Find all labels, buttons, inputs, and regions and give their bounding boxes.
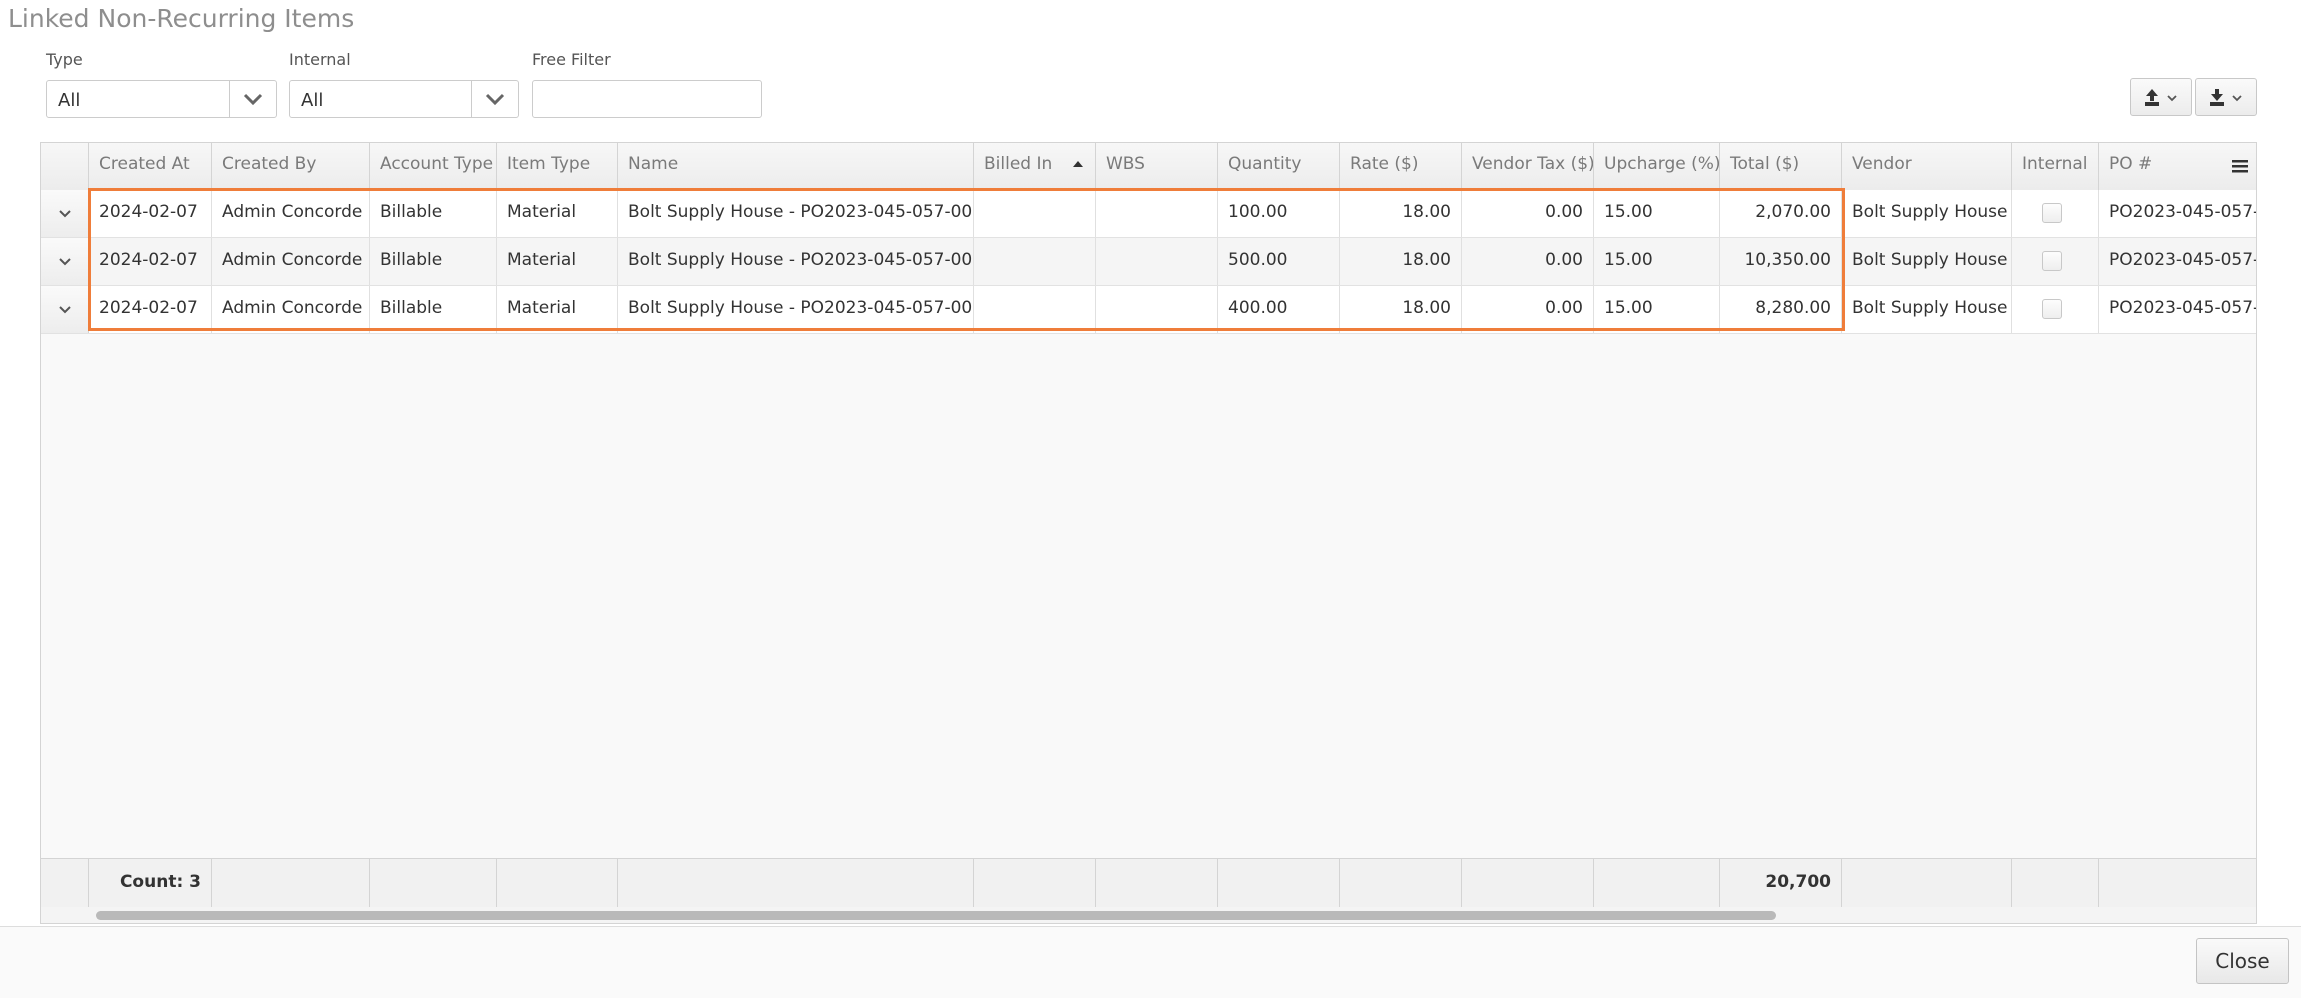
column-header-created-at[interactable]: Created At <box>89 143 212 190</box>
cell-billed-in <box>974 190 1096 237</box>
cell-quantity: 400.00 <box>1218 286 1340 333</box>
free-filter-label: Free Filter <box>532 50 611 69</box>
chevron-down-icon <box>243 93 263 106</box>
cell-item-type: Material <box>497 190 618 237</box>
cell-quantity: 100.00 <box>1218 190 1340 237</box>
dialog-title: Linked Non-Recurring Items <box>8 4 355 33</box>
cell-item-type: Material <box>497 238 618 285</box>
column-header-total[interactable]: Total ($) <box>1720 143 1842 190</box>
column-header-rate[interactable]: Rate ($) <box>1340 143 1462 190</box>
column-header-billed-in-label: Billed In <box>984 154 1053 174</box>
column-header-created-by[interactable]: Created By <box>212 143 370 190</box>
chevron-down-icon <box>59 210 71 218</box>
cell-internal <box>2012 190 2099 237</box>
row-expand-button[interactable] <box>41 238 89 285</box>
cell-po: PO2023-045-057-001 <box>2109 298 2256 318</box>
chevron-down-icon <box>59 258 71 266</box>
column-header-name[interactable]: Name <box>618 143 974 190</box>
cell-upcharge: 15.00 <box>1594 286 1720 333</box>
cell-created-at: 2024-02-07 <box>89 238 212 285</box>
chevron-down-icon <box>485 93 505 106</box>
cell-po: PO2023-045-057-001 <box>2109 250 2256 270</box>
table-row[interactable]: 2024-02-07 Admin Concorde Billable Mater… <box>41 286 2256 334</box>
cell-total: 8,280.00 <box>1720 286 1842 333</box>
cell-created-by: Admin Concorde <box>212 190 370 237</box>
dialog-footer: Close <box>0 926 2301 998</box>
cell-upcharge: 15.00 <box>1594 238 1720 285</box>
cell-vendor: Bolt Supply House <box>1842 286 2012 333</box>
cell-rate: 18.00 <box>1340 286 1462 333</box>
type-filter-value: All <box>58 90 81 111</box>
cell-billed-in <box>974 286 1096 333</box>
grid-footer: Count: 3 20,700 <box>41 858 2256 908</box>
cell-created-by: Admin Concorde <box>212 286 370 333</box>
internal-filter-select[interactable]: All <box>289 80 519 118</box>
chevron-down-icon <box>59 306 71 314</box>
cell-vendor: Bolt Supply House <box>1842 238 2012 285</box>
cell-internal <box>2012 238 2099 285</box>
cell-wbs <box>1096 190 1218 237</box>
internal-checkbox[interactable] <box>2042 251 2062 271</box>
column-menu-icon[interactable] <box>2231 158 2249 174</box>
column-header-vendor-tax[interactable]: Vendor Tax ($) <box>1462 143 1594 190</box>
cell-item-type: Material <box>497 286 618 333</box>
cell-account-type: Billable <box>370 238 497 285</box>
cell-account-type: Billable <box>370 190 497 237</box>
column-header-upcharge[interactable]: Upcharge (%) <box>1594 143 1720 190</box>
row-expand-button[interactable] <box>41 286 89 333</box>
footer-total: 20,700 <box>1720 859 1842 907</box>
close-button[interactable]: Close <box>2196 938 2289 984</box>
cell-rate: 18.00 <box>1340 238 1462 285</box>
free-filter-input[interactable] <box>532 80 762 118</box>
type-filter-select[interactable]: All <box>46 80 277 118</box>
cell-total: 2,070.00 <box>1720 190 1842 237</box>
type-filter-label: Type <box>46 50 83 69</box>
table-row[interactable]: 2024-02-07 Admin Concorde Billable Mater… <box>41 238 2256 286</box>
column-header-item-type[interactable]: Item Type <box>497 143 618 190</box>
internal-checkbox[interactable] <box>2042 299 2062 319</box>
cell-billed-in <box>974 238 1096 285</box>
sort-ascending-icon <box>1072 161 1083 167</box>
cell-rate: 18.00 <box>1340 190 1462 237</box>
cell-wbs <box>1096 286 1218 333</box>
cell-vendor-tax: 0.00 <box>1462 286 1594 333</box>
cell-name: Bolt Supply House - PO2023-045-057-001 <box>618 286 974 333</box>
cell-upcharge: 15.00 <box>1594 190 1720 237</box>
expand-column-header <box>41 143 89 190</box>
footer-count: Count: 3 <box>89 859 212 907</box>
upload-icon <box>2145 89 2177 106</box>
column-header-vendor[interactable]: Vendor <box>1842 143 2012 190</box>
import-button[interactable] <box>2195 78 2257 116</box>
linked-items-grid: Created At Created By Account Type Item … <box>40 142 2257 924</box>
scrollbar-thumb[interactable] <box>96 911 1776 920</box>
cell-wbs <box>1096 238 1218 285</box>
cell-vendor: Bolt Supply House <box>1842 190 2012 237</box>
column-header-wbs[interactable]: WBS <box>1096 143 1218 190</box>
internal-filter-label: Internal <box>289 50 351 69</box>
table-row[interactable]: 2024-02-07 Admin Concorde Billable Mater… <box>41 190 2256 238</box>
cell-vendor-tax: 0.00 <box>1462 190 1594 237</box>
horizontal-scrollbar[interactable] <box>41 907 2256 923</box>
cell-quantity: 500.00 <box>1218 238 1340 285</box>
column-header-quantity[interactable]: Quantity <box>1218 143 1340 190</box>
cell-name: Bolt Supply House - PO2023-045-057-001 <box>618 238 974 285</box>
row-expand-button[interactable] <box>41 190 89 237</box>
cell-created-by: Admin Concorde <box>212 238 370 285</box>
cell-internal <box>2012 286 2099 333</box>
internal-checkbox[interactable] <box>2042 203 2062 223</box>
download-icon <box>2210 89 2242 106</box>
internal-filter-value: All <box>301 90 324 111</box>
column-header-billed-in[interactable]: Billed In <box>974 143 1096 190</box>
cell-account-type: Billable <box>370 286 497 333</box>
cell-vendor-tax: 0.00 <box>1462 238 1594 285</box>
column-header-account-type[interactable]: Account Type <box>370 143 497 190</box>
cell-po: PO2023-045-057-001 <box>2109 202 2256 222</box>
cell-created-at: 2024-02-07 <box>89 286 212 333</box>
grid-header: Created At Created By Account Type Item … <box>41 143 2256 191</box>
cell-created-at: 2024-02-07 <box>89 190 212 237</box>
export-button[interactable] <box>2130 78 2192 116</box>
cell-total: 10,350.00 <box>1720 238 1842 285</box>
cell-name: Bolt Supply House - PO2023-045-057-001 <box>618 190 974 237</box>
column-header-internal[interactable]: Internal <box>2012 143 2099 190</box>
